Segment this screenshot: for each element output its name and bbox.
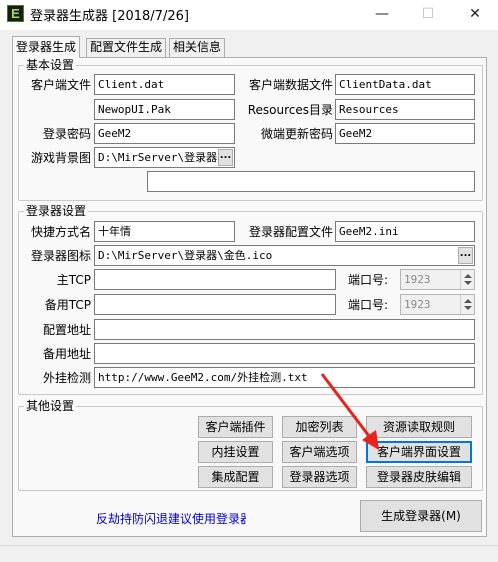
backup-port-value: 1923 (404, 298, 431, 311)
main-port-spinner[interactable] (460, 270, 474, 289)
main-tcp-label: 主TCP (56, 273, 91, 287)
launcher-skin-button[interactable]: 登录器皮肤编辑 (366, 466, 472, 488)
pak-file-input[interactable]: NewopUI.Pak (94, 99, 235, 120)
status-bar (0, 545, 498, 562)
background-browse-button[interactable]: ... (218, 149, 233, 166)
spin-down-icon (464, 306, 472, 310)
backup-tcp-label: 备用TCP (44, 298, 91, 312)
cheat-check-input[interactable]: http://www.GeeM2.com/外挂检测.txt (94, 367, 475, 388)
spin-up-icon (464, 299, 472, 303)
backup-address-label: 备用地址 (42, 347, 91, 361)
main-port-value: 1923 (404, 273, 431, 286)
config-address-label: 配置地址 (42, 323, 91, 337)
update-password-label: 微端更新密码 (260, 127, 333, 141)
shortcut-input[interactable]: 十年情 (94, 221, 235, 242)
main-port-input[interactable]: 1923 (400, 269, 475, 290)
launcher-icon-browse-button[interactable]: ... (458, 247, 473, 264)
app-icon: E (7, 5, 24, 22)
main-tcp-input[interactable] (94, 269, 336, 290)
internal-setting-button[interactable]: 内挂设置 (198, 441, 273, 463)
annotation-arrow (320, 373, 379, 450)
client-plugin-button[interactable]: 客户端插件 (198, 416, 273, 438)
config-address-input[interactable] (94, 319, 475, 340)
extra-input[interactable] (147, 171, 475, 192)
arrow-head (362, 430, 379, 450)
close-button[interactable]: ✕ (452, 0, 498, 30)
launcher-settings-title: 登录器设置 (24, 204, 89, 218)
generate-launcher-button[interactable]: 生成登录器(M) (360, 500, 482, 532)
backup-tcp-input[interactable] (94, 294, 336, 315)
cheat-check-label: 外挂检测 (42, 371, 91, 385)
tab-panel: 基本设置 客户端文件 Client.dat 客户端数据文件 ClientData… (12, 57, 487, 537)
tab-related-info[interactable]: 相关信息 (169, 38, 226, 57)
window-title: 登录器生成器 [2018/7/26] (30, 9, 189, 24)
launcher-icon-input[interactable]: D:\MirServer\登录器\金色.ico (94, 245, 475, 266)
client-data-label: 客户端数据文件 (248, 78, 333, 92)
config-file-label: 登录器配置文件 (248, 225, 333, 239)
tab-launcher-generate[interactable]: 登录器生成 (12, 36, 81, 58)
launcher-icon-label: 登录器图标 (30, 249, 91, 263)
main-port-label: 端口号: (348, 273, 389, 287)
title-bar: E 登录器生成器 [2018/7/26] — ☐ ✕ (0, 0, 498, 30)
shortcut-label: 快捷方式名 (30, 225, 91, 239)
other-settings-title: 其他设置 (24, 399, 77, 413)
backup-address-input[interactable] (94, 343, 475, 364)
spin-down-icon (464, 281, 472, 285)
maximize-button: ☐ (421, 6, 435, 22)
backup-port-spinner[interactable] (460, 295, 474, 314)
resources-input[interactable]: Resources (335, 99, 475, 120)
arrow-shaft (320, 373, 374, 441)
client-data-input[interactable]: ClientData.dat (335, 74, 475, 95)
launcher-options-button[interactable]: 登录器选项 (282, 466, 357, 488)
client-file-label: 客户端文件 (30, 78, 91, 92)
password-label: 登录密码 (42, 127, 91, 141)
resources-label: Resources目录 (247, 103, 333, 117)
spin-up-icon (464, 274, 472, 278)
minimize-button[interactable]: — (359, 0, 405, 30)
backup-port-input[interactable]: 1923 (400, 294, 475, 315)
integrated-config-button[interactable]: 集成配置 (198, 466, 273, 488)
config-file-input[interactable]: GeeM2.ini (335, 221, 475, 242)
background-label: 游戏背景图 (30, 151, 91, 165)
tab-config-generate[interactable]: 配置文件生成 (86, 38, 167, 57)
background-input[interactable]: D:\MirServer\登录器\ (94, 147, 235, 168)
client-file-input[interactable]: Client.dat (94, 74, 235, 95)
update-password-input[interactable]: GeeM2 (335, 123, 475, 144)
basic-settings-title: 基本设置 (24, 58, 77, 72)
backup-port-label: 端口号: (348, 298, 389, 312)
anti-hijack-notice: 反劫持防闪退建议使用登录器 (96, 512, 246, 526)
password-input[interactable]: GeeM2 (94, 123, 235, 144)
